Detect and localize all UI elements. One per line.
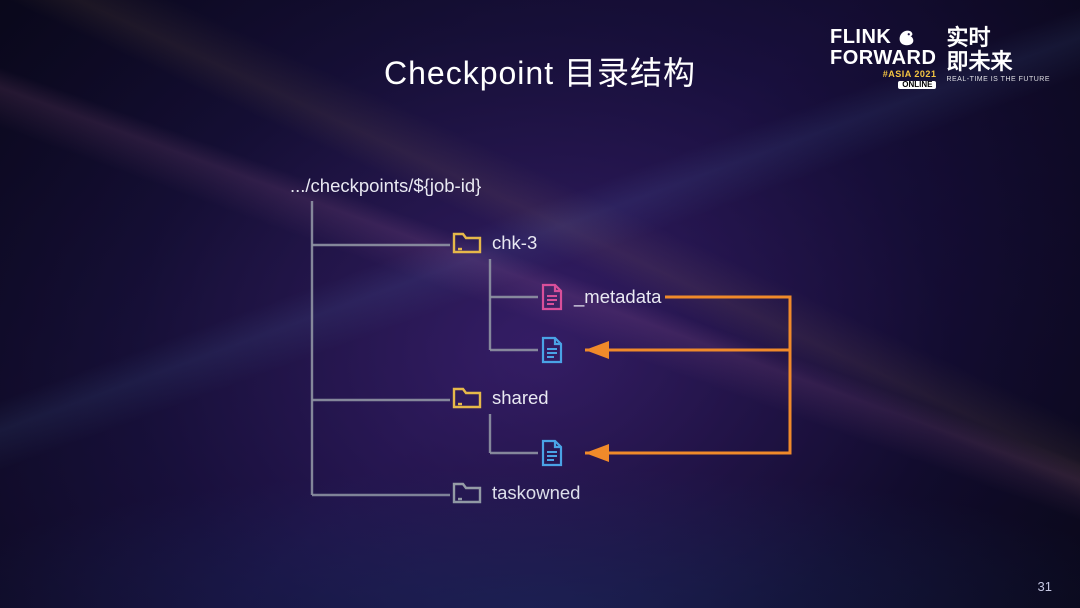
tree-label-taskowned: taskowned bbox=[492, 482, 580, 504]
directory-tree-diagram: .../checkpoints/${job-id} bbox=[290, 175, 850, 535]
tree-label-shared: shared bbox=[492, 387, 549, 409]
slide: Checkpoint 目录结构 FLINK FORWARD #ASIA 2021… bbox=[0, 0, 1080, 608]
tree-node-chk3: chk-3 bbox=[452, 230, 537, 256]
tree-label-chk3: chk-3 bbox=[492, 232, 537, 254]
logo-cn-1: 实时 bbox=[946, 26, 1050, 50]
tree-node-shared: shared bbox=[452, 385, 549, 411]
tree-node-file-shared bbox=[540, 439, 564, 467]
logo-tag: #ASIA 2021 bbox=[830, 70, 936, 79]
squirrel-icon bbox=[895, 26, 917, 48]
event-logo: FLINK FORWARD #ASIA 2021 ONLINE 实时 即未来 R… bbox=[830, 26, 1050, 89]
page-number: 31 bbox=[1038, 579, 1052, 594]
file-icon bbox=[540, 336, 564, 364]
logo-cn-2: 即未来 bbox=[946, 50, 1050, 74]
logo-cn-sub: REAL-TIME IS THE FUTURE bbox=[946, 76, 1050, 84]
logo-line2: FORWARD bbox=[830, 48, 936, 68]
logo-text-right: 实时 即未来 REAL-TIME IS THE FUTURE bbox=[946, 26, 1050, 84]
folder-icon bbox=[452, 230, 482, 256]
folder-icon bbox=[452, 480, 482, 506]
tree-node-taskowned: taskowned bbox=[452, 480, 580, 506]
tree-node-metadata: _metadata bbox=[540, 283, 661, 311]
logo-badge: ONLINE bbox=[898, 81, 936, 89]
file-icon bbox=[540, 283, 564, 311]
tree-node-file-chk3 bbox=[540, 336, 564, 364]
file-icon bbox=[540, 439, 564, 467]
folder-icon bbox=[452, 385, 482, 411]
logo-text-left: FLINK FORWARD #ASIA 2021 ONLINE bbox=[830, 26, 936, 89]
tree-label-metadata: _metadata bbox=[574, 286, 661, 308]
logo-line1: FLINK bbox=[830, 27, 891, 47]
